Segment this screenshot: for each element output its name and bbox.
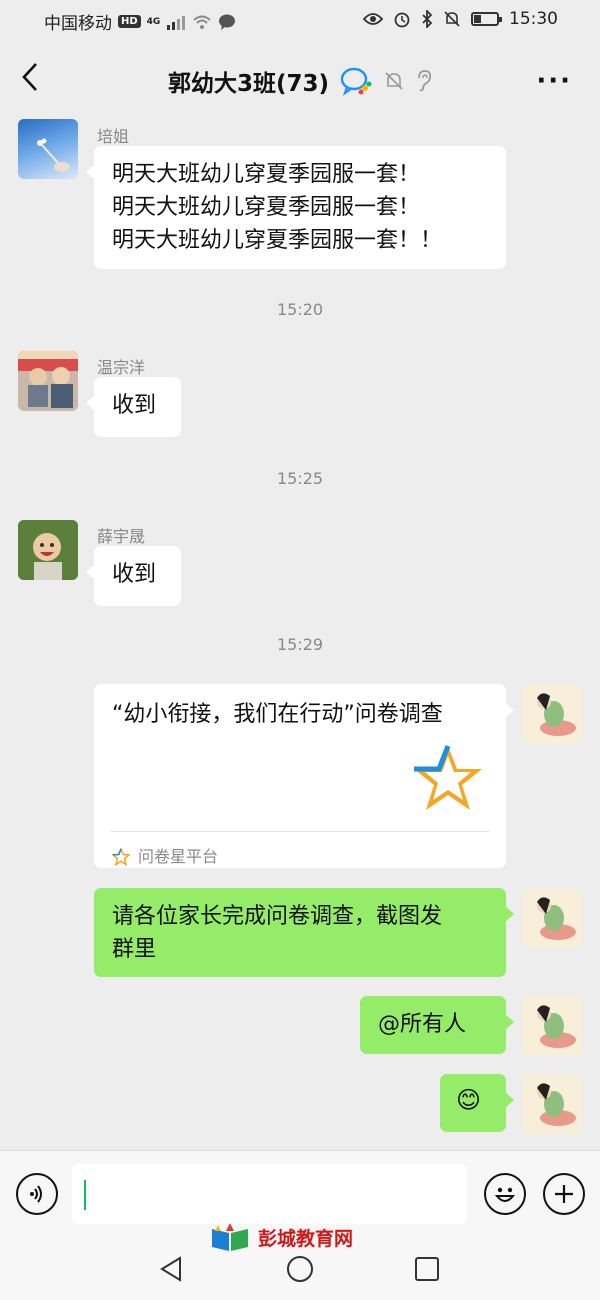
- nav-back-icon[interactable]: [158, 1255, 184, 1283]
- card-source-label: 问卷星平台: [138, 847, 219, 866]
- nav-home-icon[interactable]: [286, 1255, 314, 1283]
- message-bubble[interactable]: 收到: [86, 377, 181, 437]
- avatar[interactable]: [18, 520, 78, 580]
- ear-icon: [418, 70, 432, 92]
- message-icon: [219, 14, 236, 30]
- status-time: 15:30: [509, 9, 558, 29]
- message-input[interactable]: [72, 1164, 467, 1224]
- children-photo-icon: [18, 351, 78, 408]
- status-bar: 中国移动 HD 4G 15:30: [0, 0, 600, 40]
- back-arrow-icon[interactable]: [18, 60, 42, 94]
- book-logo-icon: [212, 1223, 248, 1251]
- my-avatar[interactable]: [522, 888, 582, 948]
- message-text: 收到: [112, 562, 157, 587]
- message-line: 请各位家长完成问卷调查，截图发: [112, 904, 443, 929]
- message-line: 明天大班幼儿穿夏季园服一套！: [112, 162, 421, 187]
- link-card[interactable]: “幼小衔接，我们在行动”问卷调查 问卷星平台: [94, 684, 514, 868]
- bluetooth-icon: [422, 10, 433, 28]
- card-title: “幼小衔接，我们在行动”问卷调查: [112, 702, 443, 727]
- mute-bell-icon: [444, 11, 460, 27]
- watermark: 彭城教育网: [210, 1221, 353, 1253]
- nav-recents-icon[interactable]: [414, 1256, 440, 1282]
- signal-icon: [167, 15, 186, 30]
- emoji-bubble[interactable]: 😊: [440, 1074, 514, 1132]
- status-left: 中国移动 HD 4G: [44, 9, 236, 34]
- my-avatar[interactable]: [522, 1074, 582, 1134]
- chat-title[interactable]: 郭幼大3班(73): [168, 64, 329, 98]
- sender-name: 薛宇晟: [97, 527, 146, 546]
- system-nav-bar: 彭城教育网: [0, 1223, 600, 1300]
- sender-name: 温宗洋: [97, 358, 146, 377]
- source-star-icon: [112, 847, 130, 866]
- message-line: 明天大班幼儿穿夏季园服一套！: [112, 195, 421, 220]
- battery-icon: [471, 12, 502, 26]
- emoji-face-icon: [494, 1187, 516, 1202]
- yoga-girl-icon: [522, 684, 582, 744]
- alarm-icon: [394, 12, 410, 28]
- chat-header: 郭幼大3班(73) ···: [0, 40, 600, 115]
- chat-area: 培姐 明天大班幼儿穿夏季园服一套！ 明天大班幼儿穿夏季园服一套！ 明天大班幼儿穿…: [0, 115, 600, 1150]
- yoga-girl-icon: [522, 1074, 582, 1134]
- message-line: 明天大班幼儿穿夏季园服一套！！: [112, 228, 443, 253]
- hd-badge: HD: [118, 15, 141, 28]
- voice-icon: [30, 1185, 42, 1203]
- message-bubble[interactable]: 明天大班幼儿穿夏季园服一套！ 明天大班幼儿穿夏季园服一套！ 明天大班幼儿穿夏季园…: [86, 146, 506, 269]
- timestamp: 15:29: [276, 635, 324, 654]
- message-bubble[interactable]: 请各位家长完成问卷调查，截图发 群里: [94, 888, 514, 977]
- status-right: 15:30: [363, 9, 558, 29]
- smile-emoji-icon: 😊: [456, 1086, 482, 1114]
- message-text: 收到: [112, 393, 157, 418]
- timestamp: 15:25: [276, 469, 324, 488]
- flower-icon: [37, 138, 70, 172]
- message-bubble[interactable]: 收到: [86, 546, 181, 606]
- mute-icon: [385, 72, 403, 90]
- more-functions-button[interactable]: [543, 1173, 585, 1215]
- text-caret: [84, 1180, 86, 1210]
- emoji-button[interactable]: [484, 1173, 526, 1215]
- card-source: 问卷星平台: [112, 840, 218, 873]
- my-avatar[interactable]: [522, 684, 582, 744]
- timestamp: 15:20: [276, 300, 324, 319]
- yoga-girl-icon: [522, 996, 582, 1056]
- yoga-girl-icon: [522, 888, 582, 948]
- wifi-icon: [193, 15, 211, 29]
- card-divider: [110, 831, 490, 832]
- watermark-text: 彭城教育网: [258, 1227, 354, 1250]
- message-line: 群里: [112, 937, 157, 962]
- network-label: 4G: [146, 16, 161, 27]
- sender-name: 培姐: [97, 127, 130, 146]
- plus-icon: [555, 1185, 573, 1203]
- enterprise-chat-icon: [340, 67, 372, 96]
- star-icon: [414, 745, 482, 810]
- child-photo-icon: [18, 520, 78, 580]
- message-bubble[interactable]: @所有人: [360, 996, 514, 1054]
- avatar[interactable]: [18, 351, 78, 411]
- message-text: @所有人: [378, 1012, 467, 1037]
- eye-icon: [363, 13, 383, 25]
- more-options-icon[interactable]: ···: [536, 66, 572, 96]
- voice-button[interactable]: [16, 1173, 58, 1215]
- title-group: 郭幼大3班(73): [168, 64, 433, 98]
- my-avatar[interactable]: [522, 996, 582, 1056]
- avatar[interactable]: [18, 119, 78, 179]
- carrier-label: 中国移动: [44, 14, 112, 34]
